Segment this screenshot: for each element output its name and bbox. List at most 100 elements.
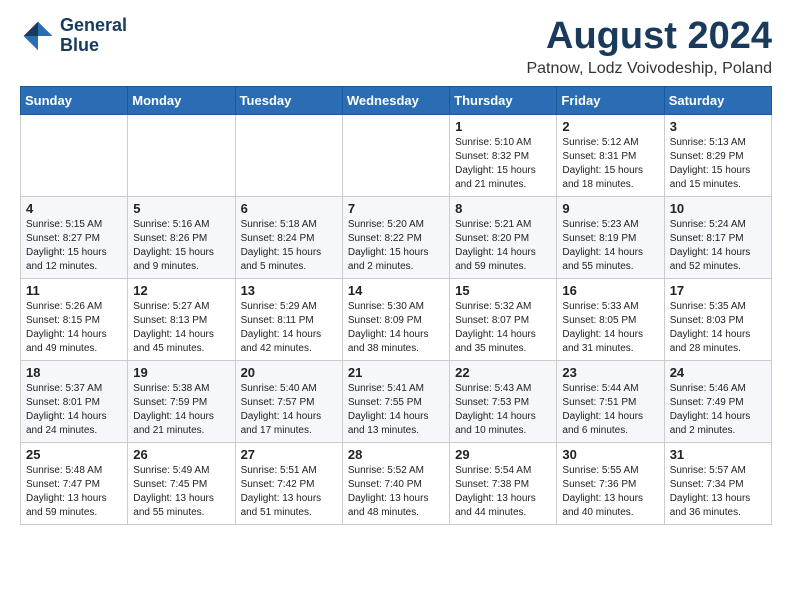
calendar-cell: 31Sunrise: 5:57 AM Sunset: 7:34 PM Dayli… [664, 442, 771, 524]
day-number: 5 [133, 201, 229, 216]
day-info: Sunrise: 5:21 AM Sunset: 8:20 PM Dayligh… [455, 218, 551, 274]
calendar-cell: 16 Sunrise: 5:33 AM Sunset: 8:05 PM Dayli… [557, 278, 664, 360]
day-number: 23 [562, 365, 658, 380]
day-number: 13 [241, 283, 337, 298]
day-info: Sunrise: 5:52 AM Sunset: 7:40 PM Dayligh… [348, 464, 444, 520]
day-number: 4 [26, 201, 122, 216]
day-info: Sunrise: 5:13 AM Sunset: 8:29 PM Dayligh… [670, 136, 766, 192]
weekday-header-tuesday: Tuesday [235, 86, 342, 114]
day-info: Sunrise: 5:40 AM Sunset: 7:57 PM Dayligh… [241, 382, 337, 438]
day-info: Sunrise: 5:37 AM Sunset: 8:01 PM Dayligh… [26, 382, 122, 438]
calendar-cell: 9 Sunrise: 5:23 AM Sunset: 8:19 PM Daylig… [557, 196, 664, 278]
day-number: 8 [455, 201, 551, 216]
calendar-cell: 27Sunrise: 5:51 AM Sunset: 7:42 PM Dayli… [235, 442, 342, 524]
logo-icon [20, 18, 56, 54]
day-number: 30 [562, 447, 658, 462]
day-number: 19 [133, 365, 229, 380]
weekday-header-sunday: Sunday [21, 86, 128, 114]
day-info: Sunrise: 5:54 AM Sunset: 7:38 PM Dayligh… [455, 464, 551, 520]
calendar-cell: 15 Sunrise: 5:32 AM Sunset: 8:07 PM Dayli… [450, 278, 557, 360]
calendar-table: SundayMondayTuesdayWednesdayThursdayFrid… [20, 86, 772, 525]
title-area: August 2024 Patnow, Lodz Voivodeship, Po… [526, 16, 772, 78]
day-number: 24 [670, 365, 766, 380]
day-info: Sunrise: 5:24 AM Sunset: 8:17 PM Dayligh… [670, 218, 766, 274]
calendar-cell: 1Sunrise: 5:10 AM Sunset: 8:32 PM Daylig… [450, 114, 557, 196]
day-number: 1 [455, 119, 551, 134]
calendar-cell: 4 Sunrise: 5:15 AM Sunset: 8:27 PM Daylig… [21, 196, 128, 278]
day-info: Sunrise: 5:23 AM Sunset: 8:19 PM Dayligh… [562, 218, 658, 274]
day-number: 16 [562, 283, 658, 298]
calendar-cell: 29 Sunrise: 5:54 AM Sunset: 7:38 PM Dayli… [450, 442, 557, 524]
calendar-cell [21, 114, 128, 196]
day-number: 20 [241, 365, 337, 380]
calendar-week-1: 1Sunrise: 5:10 AM Sunset: 8:32 PM Daylig… [21, 114, 772, 196]
calendar-week-3: 11 Sunrise: 5:26 AM Sunset: 8:15 PM Dayli… [21, 278, 772, 360]
day-number: 2 [562, 119, 658, 134]
calendar-cell: 28 Sunrise: 5:52 AM Sunset: 7:40 PM Dayli… [342, 442, 449, 524]
day-info: Sunrise: 5:33 AM Sunset: 8:05 PM Dayligh… [562, 300, 658, 356]
day-number: 11 [26, 283, 122, 298]
logo-line2: Blue [60, 36, 127, 56]
weekday-header-thursday: Thursday [450, 86, 557, 114]
day-number: 26 [133, 447, 229, 462]
day-info: Sunrise: 5:35 AM Sunset: 8:03 PM Dayligh… [670, 300, 766, 356]
day-number: 3 [670, 119, 766, 134]
day-info: Sunrise: 5:44 AM Sunset: 7:51 PM Dayligh… [562, 382, 658, 438]
day-info: Sunrise: 5:29 AM Sunset: 8:11 PM Dayligh… [241, 300, 337, 356]
logo-line1: General [60, 16, 127, 36]
day-info: Sunrise: 5:38 AM Sunset: 7:59 PM Dayligh… [133, 382, 229, 438]
day-number: 12 [133, 283, 229, 298]
calendar-week-4: 18 Sunrise: 5:37 AM Sunset: 8:01 PM Dayli… [21, 360, 772, 442]
day-info: Sunrise: 5:26 AM Sunset: 8:15 PM Dayligh… [26, 300, 122, 356]
calendar-cell: 30 Sunrise: 5:55 AM Sunset: 7:36 PM Dayli… [557, 442, 664, 524]
day-number: 21 [348, 365, 444, 380]
calendar-cell [342, 114, 449, 196]
calendar-cell: 18 Sunrise: 5:37 AM Sunset: 8:01 PM Dayli… [21, 360, 128, 442]
day-number: 18 [26, 365, 122, 380]
page-header: General Blue August 2024 Patnow, Lodz Vo… [20, 16, 772, 78]
day-info: Sunrise: 5:46 AM Sunset: 7:49 PM Dayligh… [670, 382, 766, 438]
logo-text: General Blue [60, 16, 127, 56]
day-info: Sunrise: 5:57 AM Sunset: 7:34 PM Dayligh… [670, 464, 766, 520]
calendar-cell: 17Sunrise: 5:35 AM Sunset: 8:03 PM Dayli… [664, 278, 771, 360]
calendar-week-2: 4 Sunrise: 5:15 AM Sunset: 8:27 PM Daylig… [21, 196, 772, 278]
weekday-header-friday: Friday [557, 86, 664, 114]
day-info: Sunrise: 5:30 AM Sunset: 8:09 PM Dayligh… [348, 300, 444, 356]
calendar-cell [235, 114, 342, 196]
day-number: 28 [348, 447, 444, 462]
day-number: 27 [241, 447, 337, 462]
calendar-cell: 14 Sunrise: 5:30 AM Sunset: 8:09 PM Dayli… [342, 278, 449, 360]
day-info: Sunrise: 5:15 AM Sunset: 8:27 PM Dayligh… [26, 218, 122, 274]
day-info: Sunrise: 5:49 AM Sunset: 7:45 PM Dayligh… [133, 464, 229, 520]
day-number: 15 [455, 283, 551, 298]
calendar-cell: 22Sunrise: 5:43 AM Sunset: 7:53 PM Dayli… [450, 360, 557, 442]
day-number: 9 [562, 201, 658, 216]
calendar-cell: 25Sunrise: 5:48 AM Sunset: 7:47 PM Dayli… [21, 442, 128, 524]
weekday-header-monday: Monday [128, 86, 235, 114]
day-info: Sunrise: 5:43 AM Sunset: 7:53 PM Dayligh… [455, 382, 551, 438]
calendar-cell: 11 Sunrise: 5:26 AM Sunset: 8:15 PM Dayli… [21, 278, 128, 360]
day-number: 7 [348, 201, 444, 216]
day-info: Sunrise: 5:32 AM Sunset: 8:07 PM Dayligh… [455, 300, 551, 356]
calendar-cell: 24 Sunrise: 5:46 AM Sunset: 7:49 PM Dayli… [664, 360, 771, 442]
day-info: Sunrise: 5:12 AM Sunset: 8:31 PM Dayligh… [562, 136, 658, 192]
day-info: Sunrise: 5:27 AM Sunset: 8:13 PM Dayligh… [133, 300, 229, 356]
calendar-cell: 3 Sunrise: 5:13 AM Sunset: 8:29 PM Daylig… [664, 114, 771, 196]
day-info: Sunrise: 5:48 AM Sunset: 7:47 PM Dayligh… [26, 464, 122, 520]
day-number: 14 [348, 283, 444, 298]
day-info: Sunrise: 5:55 AM Sunset: 7:36 PM Dayligh… [562, 464, 658, 520]
weekday-header-row: SundayMondayTuesdayWednesdayThursdayFrid… [21, 86, 772, 114]
calendar-cell: 2 Sunrise: 5:12 AM Sunset: 8:31 PM Daylig… [557, 114, 664, 196]
calendar-cell [128, 114, 235, 196]
day-info: Sunrise: 5:18 AM Sunset: 8:24 PM Dayligh… [241, 218, 337, 274]
day-info: Sunrise: 5:41 AM Sunset: 7:55 PM Dayligh… [348, 382, 444, 438]
calendar-cell: 26 Sunrise: 5:49 AM Sunset: 7:45 PM Dayli… [128, 442, 235, 524]
day-number: 10 [670, 201, 766, 216]
calendar-cell: 12 Sunrise: 5:27 AM Sunset: 8:13 PM Dayli… [128, 278, 235, 360]
day-number: 29 [455, 447, 551, 462]
calendar-cell: 8 Sunrise: 5:21 AM Sunset: 8:20 PM Daylig… [450, 196, 557, 278]
calendar-cell: 13 Sunrise: 5:29 AM Sunset: 8:11 PM Dayli… [235, 278, 342, 360]
day-number: 6 [241, 201, 337, 216]
calendar-cell: 20 Sunrise: 5:40 AM Sunset: 7:57 PM Dayli… [235, 360, 342, 442]
calendar-cell: 23 Sunrise: 5:44 AM Sunset: 7:51 PM Dayli… [557, 360, 664, 442]
